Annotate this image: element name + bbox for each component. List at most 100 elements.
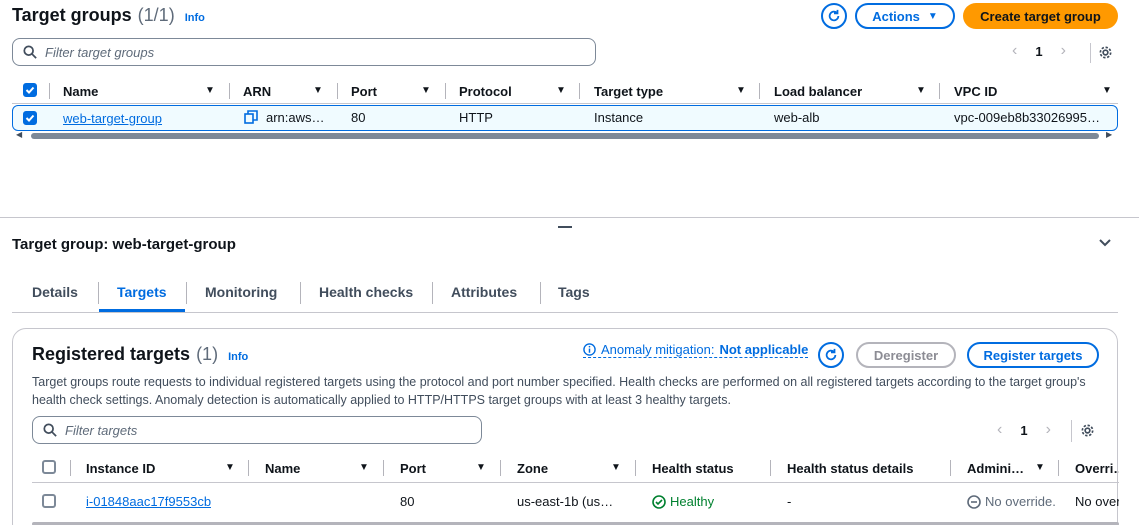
column-zone[interactable]: Zone <box>517 461 548 476</box>
targets-settings-button[interactable] <box>1080 423 1095 441</box>
horizontal-scrollbar[interactable]: ◀ ▶ <box>14 130 1118 140</box>
sort-icon[interactable]: ▼ <box>359 462 369 473</box>
sort-icon[interactable]: ▼ <box>916 85 926 96</box>
split-divider[interactable] <box>0 217 1139 218</box>
divider <box>1071 420 1072 442</box>
copy-icon[interactable] <box>244 110 258 127</box>
load-balancer-value: web-alb <box>774 110 820 125</box>
info-link[interactable]: Info <box>228 351 248 363</box>
table-row[interactable]: i-01848aac17f9553cb 80 us-east-1b (us… H… <box>32 489 1119 515</box>
check-icon <box>25 86 35 94</box>
port-value: 80 <box>400 494 415 509</box>
column-separator <box>445 83 446 99</box>
tab-attributes[interactable]: Attributes <box>451 284 517 300</box>
next-page-icon[interactable]: › <box>1046 421 1051 439</box>
column-target-type[interactable]: Target type <box>594 84 663 99</box>
sort-icon[interactable]: ▼ <box>225 462 235 473</box>
chevron-down-icon <box>1099 239 1111 247</box>
sort-icon[interactable]: ▼ <box>611 462 621 473</box>
registered-targets-description: Target groups route requests to individu… <box>32 375 1086 407</box>
tab-tags[interactable]: Tags <box>558 284 590 300</box>
search-icon <box>43 423 57 437</box>
refresh-button[interactable] <box>821 3 847 29</box>
prev-page-icon[interactable]: ‹ <box>1012 42 1017 60</box>
column-vpc-id[interactable]: VPC ID <box>954 84 997 99</box>
collapse-button[interactable] <box>1098 235 1112 252</box>
search-icon <box>23 45 37 59</box>
column-health-status-details[interactable]: Health status details <box>787 461 913 476</box>
scrollbar-thumb[interactable] <box>31 133 1099 139</box>
column-administrative-override[interactable]: Admini… <box>967 461 1024 476</box>
info-circle-icon <box>583 343 596 356</box>
sort-icon[interactable]: ▼ <box>1102 85 1112 96</box>
column-port[interactable]: Port <box>351 84 377 99</box>
scroll-right-icon[interactable]: ▶ <box>1106 130 1112 139</box>
column-load-balancer[interactable]: Load balancer <box>774 84 862 99</box>
tab-targets[interactable]: Targets <box>117 284 167 300</box>
column-protocol[interactable]: Protocol <box>459 84 512 99</box>
column-separator <box>70 460 71 476</box>
actions-label: Actions <box>872 8 920 24</box>
divider <box>12 103 1118 104</box>
filter-target-groups-search[interactable] <box>12 38 596 66</box>
page-number[interactable]: 1 <box>1020 423 1027 438</box>
target-group-link[interactable]: web-target-group <box>63 111 162 126</box>
page-number[interactable]: 1 <box>1035 44 1042 59</box>
sort-icon[interactable]: ▼ <box>476 462 486 473</box>
info-link[interactable]: Info <box>185 12 205 24</box>
select-all-checkbox[interactable] <box>23 83 37 97</box>
column-separator <box>500 460 501 476</box>
column-separator <box>1058 460 1059 476</box>
port-value: 80 <box>351 110 366 125</box>
tab-monitoring[interactable]: Monitoring <box>205 284 277 300</box>
filter-targets-input[interactable] <box>65 422 460 438</box>
registered-targets-title: Registered targets <box>32 344 191 364</box>
column-instance-id[interactable]: Instance ID <box>86 461 155 476</box>
table-row[interactable]: web-target-group arn:aws… 80 HTTP Instan… <box>12 105 1118 131</box>
register-targets-button[interactable]: Register targets <box>967 342 1099 368</box>
sort-icon[interactable]: ▼ <box>313 85 323 96</box>
filter-targets-search[interactable] <box>32 416 482 444</box>
sort-icon[interactable]: ▼ <box>556 85 566 96</box>
sort-icon[interactable]: ▼ <box>736 85 746 96</box>
refresh-icon <box>825 348 837 361</box>
row-checkbox[interactable] <box>23 111 37 125</box>
column-separator <box>383 460 384 476</box>
sort-icon[interactable]: ▼ <box>1035 462 1045 473</box>
actions-button[interactable]: Actions ▼ <box>855 3 955 29</box>
resize-handle-icon[interactable] <box>558 226 572 228</box>
tab-separator <box>98 282 99 304</box>
column-arn[interactable]: ARN <box>243 84 271 99</box>
anomaly-mitigation-link[interactable]: Anomaly mitigation: Not applicable <box>583 342 809 358</box>
gear-icon <box>1099 46 1112 59</box>
targets-table-header: Instance ID ▼ Name ▼ Port ▼ Zone ▼ Healt… <box>32 457 1119 481</box>
sort-icon[interactable]: ▼ <box>421 85 431 96</box>
check-circle-icon <box>652 494 666 509</box>
page-title: Target groups <box>12 5 132 25</box>
next-page-icon[interactable]: › <box>1061 42 1066 60</box>
column-name[interactable]: Name <box>63 84 98 99</box>
instance-id-link[interactable]: i-01848aac17f9553cb <box>86 494 211 509</box>
admin-override-value: No override. <box>967 494 1056 509</box>
select-all-checkbox[interactable] <box>42 460 56 474</box>
scroll-left-icon[interactable]: ◀ <box>16 130 22 139</box>
tab-details[interactable]: Details <box>32 284 78 300</box>
column-separator <box>950 460 951 476</box>
column-override[interactable]: Overri… <box>1075 461 1119 476</box>
settings-button[interactable] <box>1098 45 1113 63</box>
tab-health-checks[interactable]: Health checks <box>319 284 413 300</box>
column-separator <box>49 83 50 99</box>
row-checkbox[interactable] <box>42 494 56 508</box>
refresh-icon <box>828 9 840 22</box>
column-health-status[interactable]: Health status <box>652 461 734 476</box>
refresh-targets-button[interactable] <box>818 342 844 368</box>
create-target-group-button[interactable]: Create target group <box>963 3 1118 29</box>
deregister-button[interactable]: Deregister <box>856 342 956 368</box>
column-name[interactable]: Name <box>265 461 300 476</box>
sort-icon[interactable]: ▼ <box>205 85 215 96</box>
filter-target-groups-input[interactable] <box>45 44 560 60</box>
target-groups-table-header: Name ▼ ARN ▼ Port ▼ Protocol ▼ Target ty… <box>12 80 1118 102</box>
prev-page-icon[interactable]: ‹ <box>997 421 1002 439</box>
tab-separator <box>540 282 541 304</box>
column-port[interactable]: Port <box>400 461 426 476</box>
